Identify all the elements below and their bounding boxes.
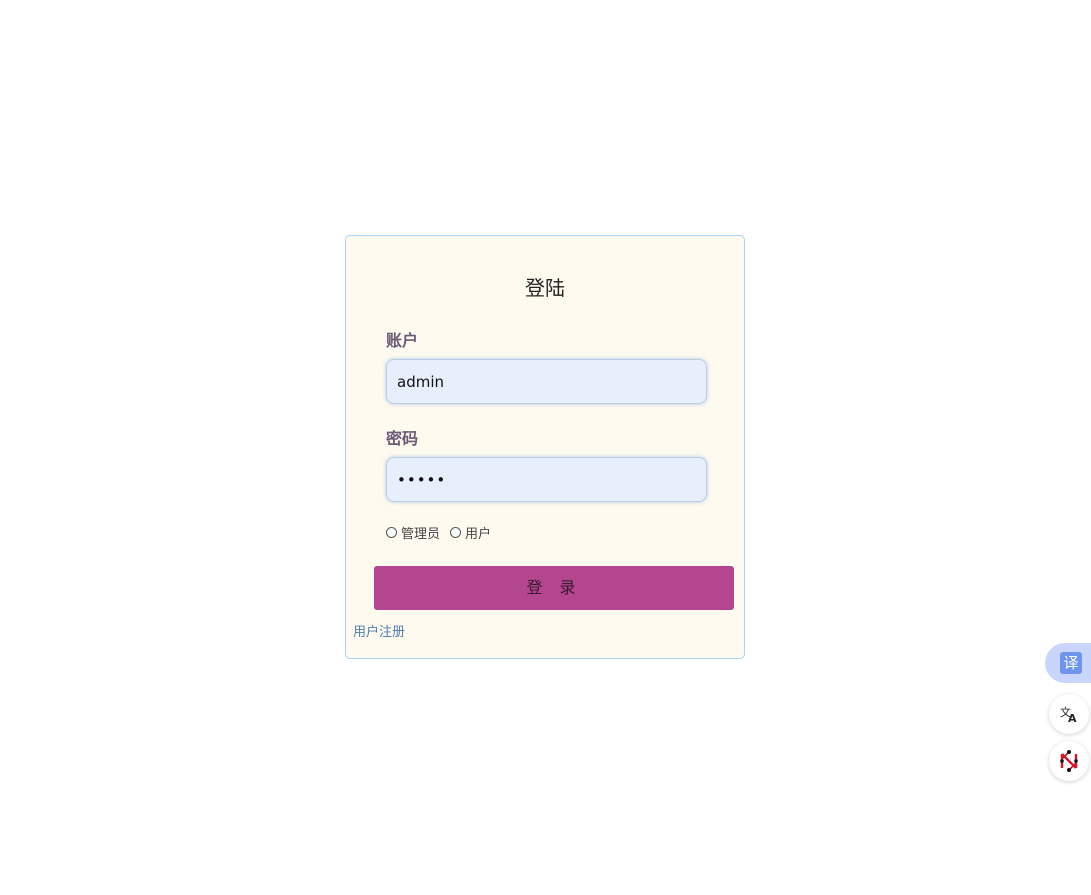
account-label: 账户 bbox=[386, 331, 419, 350]
radio-admin[interactable] bbox=[386, 527, 397, 538]
password-label: 密码 bbox=[386, 429, 419, 448]
radio-user[interactable] bbox=[450, 527, 462, 538]
role-option-admin[interactable]: 管理员 bbox=[386, 523, 440, 542]
password-input[interactable] bbox=[386, 457, 707, 502]
network-tool-button[interactable] bbox=[1049, 741, 1089, 781]
login-button[interactable]: 登 录 bbox=[374, 566, 734, 610]
language-icon: 文 A bbox=[1060, 705, 1077, 724]
language-tool-button[interactable]: 文 A bbox=[1049, 694, 1089, 734]
role-radio-group: 管理员 用户 bbox=[386, 523, 501, 542]
role-user-label: 用户 bbox=[465, 527, 492, 542]
network-icon bbox=[1060, 750, 1078, 772]
translate-tool-button[interactable]: 译 bbox=[1045, 643, 1091, 683]
role-admin-label: 管理员 bbox=[401, 527, 441, 542]
register-link[interactable]: 用户注册 bbox=[353, 621, 405, 640]
account-input[interactable] bbox=[386, 359, 707, 404]
svg-text:A: A bbox=[1068, 712, 1077, 724]
login-page: 登陆 账户 密码 管理员 用户 登 录 用户注册 译 文 A bbox=[0, 0, 1091, 895]
role-option-user[interactable]: 用户 bbox=[450, 523, 491, 542]
login-card: 登陆 账户 密码 管理员 用户 登 录 用户注册 bbox=[345, 235, 745, 659]
login-title: 登陆 bbox=[525, 276, 565, 300]
translate-icon: 译 bbox=[1060, 652, 1082, 674]
